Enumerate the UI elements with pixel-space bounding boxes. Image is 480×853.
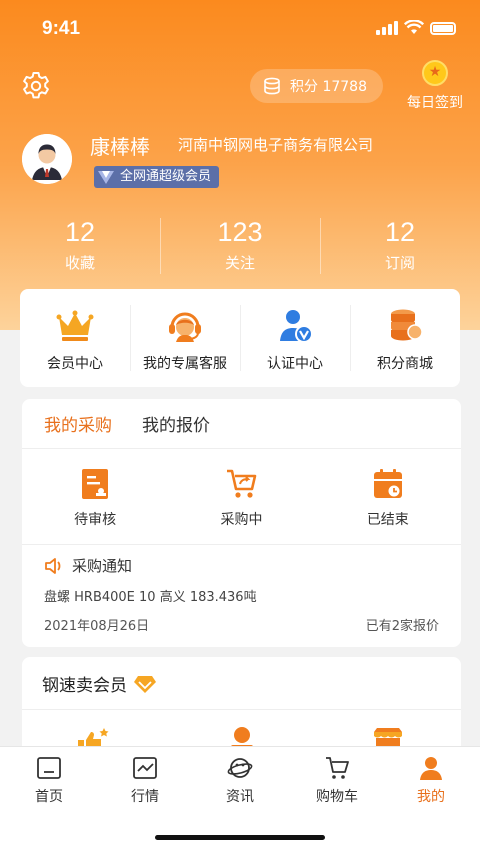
stat-label: 关注 [224, 254, 255, 272]
quick-points-mall[interactable]: 积分商城 [350, 289, 460, 387]
customer-service-icon [169, 312, 201, 342]
checkin-label: 每日签到 [407, 95, 463, 111]
quick-label: 认证中心 [267, 356, 323, 372]
tab-my-purchases[interactable]: 我的采购 [44, 411, 112, 436]
status-bar: 9:41 [0, 0, 480, 56]
cart-icon [227, 469, 257, 498]
member-section-title: 钢速卖会员 [42, 676, 127, 696]
stat-label: 收藏 [64, 254, 95, 272]
stat-favorites[interactable]: 12 收藏 [0, 214, 160, 276]
news-planet-icon [227, 758, 253, 778]
quick-label: 我的专属客服 [143, 356, 227, 372]
member-divider [22, 709, 461, 710]
state-label: 采购中 [220, 512, 263, 528]
notice-quotes: 已有2家报价 [365, 619, 439, 634]
stats-row: 12 收藏 123 关注 12 订阅 [0, 214, 480, 276]
stat-value: 12 [384, 217, 416, 247]
state-purchasing[interactable]: 采购中 [168, 449, 314, 544]
chart-icon [133, 757, 157, 779]
state-label: 已结束 [366, 512, 409, 528]
quick-menu: 会员中心 我的专属客服 认证中心 积分商城 [20, 289, 460, 387]
points-label: 积分 17788 [290, 79, 367, 95]
tab-news[interactable]: 资讯 [205, 755, 275, 806]
crown-icon [56, 310, 94, 341]
cart-icon [326, 757, 349, 779]
tab-label: 行情 [131, 789, 159, 805]
purchase-tabs: 我的采购 我的报价 [22, 399, 461, 449]
state-ended[interactable]: 已结束 [315, 449, 461, 544]
member-badge[interactable]: 全网通超级会员 [94, 166, 220, 188]
calendar-ended-icon [373, 469, 402, 498]
stat-value: 12 [64, 217, 96, 247]
tab-cart[interactable]: 购物车 [302, 755, 372, 806]
tab-label: 购物车 [316, 789, 358, 805]
status-time: 9:41 [42, 18, 81, 39]
state-label: 待审核 [74, 512, 117, 528]
tab-home[interactable]: 首页 [14, 755, 84, 806]
tab-label: 资讯 [226, 789, 254, 805]
notice-detail: 盘螺 HRB400E 10 高义 183.436吨 [44, 590, 257, 605]
purchase-notice[interactable]: 采购通知 盘螺 HRB400E 10 高义 183.436吨 2021年08月2… [22, 545, 461, 634]
signal-icon [376, 21, 398, 35]
vip-v-icon [98, 171, 114, 184]
status-icons [376, 20, 456, 35]
quick-customer-service[interactable]: 我的专属客服 [130, 289, 240, 387]
company-name: 河南中钢网电子商务有限公司 [178, 136, 374, 154]
notice-title: 采购通知 [72, 557, 133, 575]
coin-stack-icon [391, 309, 423, 341]
avatar-person-icon [22, 134, 72, 184]
home-indicator[interactable] [155, 835, 325, 840]
quick-member-center[interactable]: 会员中心 [20, 289, 130, 387]
tab-label: 首页 [35, 789, 63, 805]
daily-checkin-button[interactable]: ★ 每日签到 [403, 60, 467, 112]
points-pill[interactable]: 积分 17788 [250, 69, 383, 103]
tab-my-quotes[interactable]: 我的报价 [142, 411, 210, 436]
wifi-icon [404, 20, 424, 34]
profile-icon [420, 757, 442, 780]
star-coin-icon: ★ [422, 60, 448, 86]
verified-user-icon [280, 310, 313, 343]
tab-mine[interactable]: 我的 [396, 755, 466, 806]
tab-label: 我的 [417, 789, 445, 805]
state-pending-review[interactable]: 待审核 [22, 449, 168, 544]
quick-label: 积分商城 [377, 356, 433, 372]
settings-gear-icon[interactable] [20, 70, 52, 102]
diamond-icon [134, 675, 156, 693]
stat-following[interactable]: 123 关注 [160, 214, 320, 276]
user-name: 康棒棒 [90, 135, 150, 159]
home-icon [37, 757, 61, 779]
quick-verification-center[interactable]: 认证中心 [240, 289, 350, 387]
stat-label: 订阅 [384, 254, 415, 272]
purchase-card: 我的采购 我的报价 待审核 采购中 已结束 采购通知 盘螺 HRB400E 10… [22, 399, 461, 647]
member-badge-label: 全网通超级会员 [120, 169, 212, 184]
stat-subscriptions[interactable]: 12 订阅 [320, 214, 480, 276]
pending-review-icon [82, 469, 109, 499]
speaker-icon [45, 557, 61, 574]
quick-label: 会员中心 [47, 356, 103, 372]
notice-date: 2021年08月26日 [44, 619, 150, 634]
purchase-states: 待审核 采购中 已结束 [22, 449, 461, 545]
stat-value: 123 [217, 217, 263, 247]
avatar[interactable] [22, 134, 72, 184]
tab-market[interactable]: 行情 [110, 755, 180, 806]
database-icon [264, 77, 280, 95]
battery-icon [430, 22, 456, 35]
